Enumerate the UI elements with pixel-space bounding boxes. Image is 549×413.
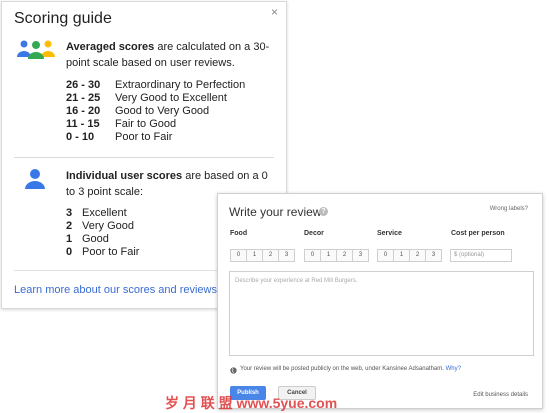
food-score-selector: 0 1 2 3 <box>230 249 295 262</box>
divider <box>14 157 274 158</box>
score-option[interactable]: 2 <box>337 250 353 261</box>
cost-input[interactable]: $ (optional) <box>450 249 512 262</box>
user-icon <box>25 169 45 189</box>
globe-icon <box>230 367 237 374</box>
score-option[interactable]: 3 <box>426 250 441 261</box>
review-textarea[interactable]: Describe your experience at Red Mill Bur… <box>229 271 534 356</box>
score-row: 26 - 30 Extraordinary to Perfection <box>66 79 246 91</box>
individual-scores-table: 3 Excellent 2 Very Good 1 Good 0 Poor to Fai… <box>66 207 139 259</box>
score-option[interactable]: 0 <box>378 250 394 261</box>
score-row: 21 - 25 Very Good to Excellent <box>66 92 227 104</box>
score-option[interactable]: 2 <box>263 250 279 261</box>
decor-label: Decor <box>304 230 324 237</box>
close-icon[interactable]: × <box>271 5 278 19</box>
cost-label: Cost per person <box>451 230 505 237</box>
score-option[interactable]: 0 <box>305 250 321 261</box>
score-option[interactable]: 1 <box>321 250 337 261</box>
averaged-scores-table: 26 - 30 Extraordinary to Perfection 21 - … <box>66 79 245 144</box>
score-option[interactable]: 0 <box>231 250 247 261</box>
wrong-labels-link[interactable]: Wrong labels? <box>490 206 528 212</box>
score-row: 11 - 15 Fair to Good <box>66 118 177 130</box>
users-group-icon <box>17 40 55 59</box>
score-row: 0 Poor to Fair <box>66 246 140 258</box>
score-row: 0 - 10 Poor to Fair <box>66 131 173 143</box>
score-option[interactable]: 3 <box>279 250 294 261</box>
service-score-selector: 0 1 2 3 <box>377 249 442 262</box>
write-review-panel: Write your review ? Wrong labels? Food D… <box>217 193 543 409</box>
scoring-guide-title: Scoring guide <box>14 10 112 27</box>
food-label: Food <box>230 230 248 237</box>
public-note: Your review will be posted publicly on t… <box>240 366 461 372</box>
help-icon[interactable]: ? <box>319 207 328 216</box>
score-option[interactable]: 1 <box>394 250 410 261</box>
learn-more-link[interactable]: Learn more about our scores and reviews … <box>14 284 226 296</box>
score-row: 1 Good <box>66 233 109 245</box>
score-row: 3 Excellent <box>66 207 127 219</box>
edit-business-details-link[interactable]: Edit business details <box>473 392 528 398</box>
review-title: Write your review <box>229 205 322 219</box>
score-option[interactable]: 1 <box>247 250 263 261</box>
decor-score-selector: 0 1 2 3 <box>304 249 369 262</box>
score-row: 2 Very Good <box>66 220 134 232</box>
service-label: Service <box>377 230 402 237</box>
score-option[interactable]: 3 <box>353 250 368 261</box>
why-link[interactable]: Why? <box>446 366 461 372</box>
score-option[interactable]: 2 <box>410 250 426 261</box>
watermark: 岁 月 联 盟 www.5yue.com <box>165 395 338 411</box>
averaged-scores-description: Averaged scores are calculated on a 30-p… <box>66 41 270 69</box>
score-row: 16 - 20 Good to Very Good <box>66 105 210 117</box>
